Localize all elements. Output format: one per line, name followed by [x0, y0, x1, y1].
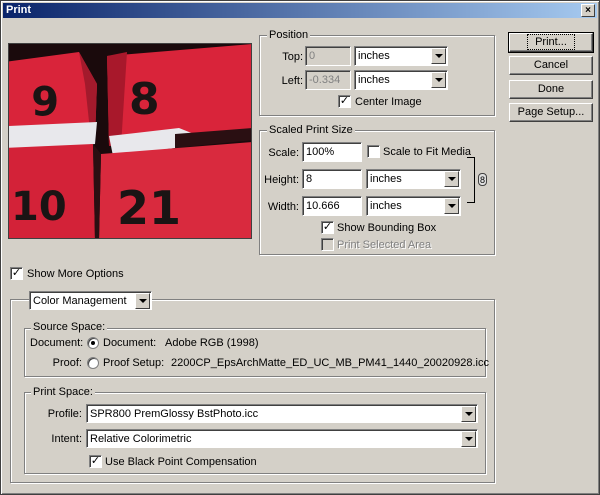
profile-label: Profile:: [47, 408, 82, 420]
image-preview: 6 8 10 21: [8, 43, 252, 239]
top-label: Top:: [282, 51, 303, 63]
cancel-button[interactable]: Cancel: [509, 56, 593, 75]
options-mode-select[interactable]: Color Management: [29, 291, 152, 310]
document-radio[interactable]: [87, 337, 99, 349]
chevron-down-icon[interactable]: [444, 171, 459, 187]
print-button[interactable]: Print...: [508, 32, 594, 53]
page-setup-button[interactable]: Page Setup...: [509, 103, 593, 122]
print-dialog: Print × 6 8 10 21 Position Top: 0 inches…: [0, 0, 600, 495]
height-input[interactable]: 8: [302, 169, 362, 189]
print-selected-area-label: Print Selected Area: [337, 239, 432, 251]
seat-number-6: 6: [31, 76, 59, 122]
top-unit-select[interactable]: inches: [354, 46, 448, 66]
center-image-checkbox[interactable]: ✓: [338, 95, 351, 108]
seat-number-10: 10: [11, 184, 67, 230]
close-button[interactable]: ×: [581, 4, 595, 17]
chevron-down-icon[interactable]: [431, 72, 446, 88]
proof-radio-label[interactable]: Proof Setup:: [103, 356, 164, 370]
chevron-down-icon[interactable]: [444, 198, 459, 214]
chevron-down-icon[interactable]: [461, 406, 476, 422]
options-mode-value: Color Management: [33, 295, 127, 307]
top-unit-value: inches: [358, 50, 390, 62]
left-unit-value: inches: [358, 74, 390, 86]
show-more-options-label[interactable]: Show More Options: [27, 267, 124, 281]
profile-select-value: SPR800 PremGlossy BstPhoto.icc: [90, 408, 259, 420]
profile-select[interactable]: SPR800 PremGlossy BstPhoto.icc: [86, 404, 478, 423]
position-legend: Position: [267, 29, 311, 41]
intent-select[interactable]: Relative Colorimetric: [86, 429, 478, 448]
scale-to-fit-label[interactable]: Scale to Fit Media: [383, 145, 471, 159]
title-bar: Print ×: [3, 3, 597, 18]
preview-image: 6 8 10 21: [9, 44, 251, 238]
seat-number-8: 8: [129, 74, 160, 125]
print-button-label: Print...: [527, 34, 575, 50]
left-label: Left:: [281, 75, 303, 87]
black-point-compensation-label[interactable]: Use Black Point Compensation: [105, 455, 257, 469]
document-radio-label[interactable]: Document:: [103, 336, 156, 350]
scale-label: Scale:: [268, 147, 299, 159]
scale-input[interactable]: 100%: [302, 142, 362, 162]
chevron-down-icon[interactable]: [135, 293, 150, 309]
width-unit-select[interactable]: inches: [366, 196, 461, 216]
height-unit-value: inches: [370, 173, 402, 185]
done-button[interactable]: Done: [509, 80, 593, 99]
scaled-print-size-legend: Scaled Print Size: [267, 124, 355, 136]
intent-label: Intent:: [51, 433, 82, 445]
intent-select-value: Relative Colorimetric: [90, 433, 192, 445]
proof-label: Proof:: [52, 357, 82, 369]
left-input[interactable]: -0.334: [305, 70, 351, 90]
width-label: Width:: [267, 201, 299, 213]
window-title: Print: [6, 4, 32, 16]
top-input[interactable]: 0: [305, 46, 351, 66]
chevron-down-icon[interactable]: [461, 431, 476, 447]
print-space-legend: Print Space:: [31, 386, 95, 398]
seat-number-21: 21: [117, 181, 181, 235]
show-more-options-checkbox[interactable]: ✓: [10, 267, 23, 280]
proof-profile-value: 2200CP_EpsArchMatte_ED_UC_MB_PM41_1440_2…: [171, 357, 489, 369]
link-icon: 8: [478, 173, 487, 186]
left-unit-select[interactable]: inches: [354, 70, 448, 90]
document-label: Document:: [30, 337, 84, 349]
proportion-bracket: [467, 157, 475, 203]
show-bounding-box-label[interactable]: Show Bounding Box: [337, 221, 436, 235]
scale-to-fit-checkbox[interactable]: [367, 145, 380, 158]
height-label: Height:: [264, 174, 299, 186]
document-profile-value: Adobe RGB (1998): [165, 337, 259, 349]
chevron-down-icon[interactable]: [431, 48, 446, 64]
width-input[interactable]: 10.666: [302, 196, 362, 216]
center-image-label[interactable]: Center Image: [355, 95, 422, 109]
black-point-compensation-checkbox[interactable]: ✓: [89, 455, 102, 468]
height-unit-select[interactable]: inches: [366, 169, 461, 189]
proof-radio[interactable]: [87, 357, 99, 369]
print-selected-area-checkbox: [321, 238, 334, 251]
source-space-legend: Source Space:: [31, 321, 108, 333]
show-bounding-box-checkbox[interactable]: ✓: [321, 221, 334, 234]
width-unit-value: inches: [370, 200, 402, 212]
